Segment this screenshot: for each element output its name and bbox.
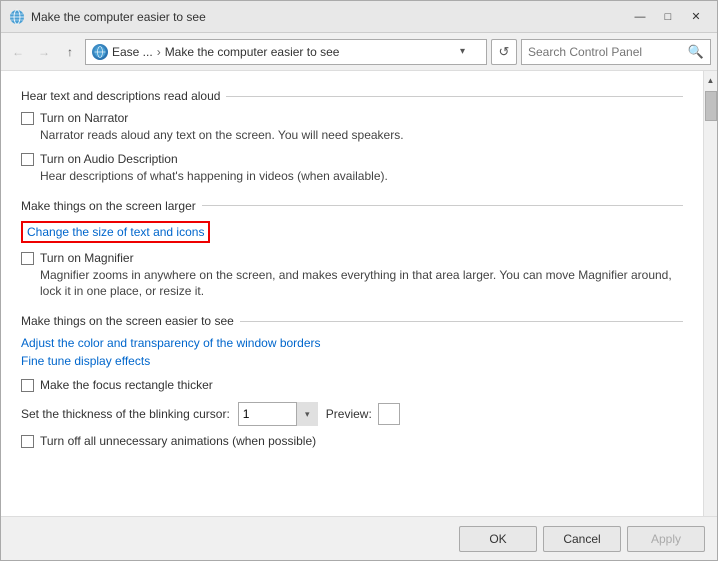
section-hear-header: Hear text and descriptions read aloud [21, 89, 683, 103]
scroll-thumb[interactable] [705, 91, 717, 121]
audio-desc-row: Turn on Audio Description [21, 152, 683, 166]
magnifier-label: Turn on Magnifier [40, 251, 134, 265]
search-icon[interactable]: 🔍 [688, 44, 704, 60]
search-input[interactable] [528, 45, 684, 59]
minimize-button[interactable]: — [627, 6, 653, 28]
back-button[interactable]: ← [7, 41, 29, 63]
audio-desc-description: Hear descriptions of what's happening in… [40, 168, 683, 185]
magnifier-description: Magnifier zooms in anywhere on the scree… [40, 267, 683, 301]
path-part2: Make the computer easier to see [165, 45, 340, 59]
path-separator: › [157, 45, 161, 59]
narrator-row: Turn on Narrator [21, 111, 683, 125]
fine-tune-link[interactable]: Fine tune display effects [21, 354, 150, 368]
adjust-color-link-block: Adjust the color and transparency of the… [21, 336, 683, 350]
magnifier-checkbox[interactable] [21, 252, 34, 265]
animations-label: Turn off all unnecessary animations (whe… [40, 434, 316, 448]
window-controls: — □ ✕ [627, 6, 709, 28]
search-box: 🔍 [521, 39, 711, 65]
scrollbar[interactable]: ▲ [703, 71, 717, 516]
path-part1: Ease ... [112, 45, 153, 59]
magnifier-row: Turn on Magnifier [21, 251, 683, 265]
audio-desc-checkbox[interactable] [21, 153, 34, 166]
change-size-link[interactable]: Change the size of text and icons [21, 221, 210, 243]
forward-button[interactable]: → [33, 41, 55, 63]
fine-tune-link-block: Fine tune display effects [21, 354, 683, 368]
address-path: Ease ... › Make the computer easier to s… [85, 39, 487, 65]
apply-button[interactable]: Apply [627, 526, 705, 552]
cursor-thickness-label: Set the thickness of the blinking cursor… [21, 407, 230, 421]
cursor-thickness-row: Set the thickness of the blinking cursor… [21, 402, 683, 426]
section-hear: Hear text and descriptions read aloud Tu… [21, 89, 683, 185]
audio-desc-label: Turn on Audio Description [40, 152, 178, 166]
section-larger-header: Make things on the screen larger [21, 199, 683, 213]
narrator-label: Turn on Narrator [40, 111, 128, 125]
narrator-checkbox[interactable] [21, 112, 34, 125]
maximize-button[interactable]: □ [655, 6, 681, 28]
window-title: Make the computer easier to see [31, 10, 627, 24]
focus-rect-checkbox[interactable] [21, 379, 34, 392]
preview-box: Preview: [326, 403, 400, 425]
cancel-button[interactable]: Cancel [543, 526, 621, 552]
animations-checkbox[interactable] [21, 435, 34, 448]
ok-button[interactable]: OK [459, 526, 537, 552]
animations-row: Turn off all unnecessary animations (whe… [21, 434, 683, 448]
window-icon [9, 9, 25, 25]
focus-rect-row: Make the focus rectangle thicker [21, 378, 683, 392]
narrator-description: Narrator reads aloud any text on the scr… [40, 127, 683, 144]
title-bar: Make the computer easier to see — □ ✕ [1, 1, 717, 33]
close-button[interactable]: ✕ [683, 6, 709, 28]
up-button[interactable]: ↑ [59, 41, 81, 63]
path-dropdown-arrow[interactable]: ▾ [460, 46, 480, 57]
cursor-preview [378, 403, 400, 425]
cursor-select-wrapper: 1 2 3 4 5 ▾ [238, 402, 318, 426]
adjust-color-link[interactable]: Adjust the color and transparency of the… [21, 336, 321, 350]
section-easier: Make things on the screen easier to see … [21, 314, 683, 448]
address-bar: ← → ↑ Ease ... › Make the computer easie… [1, 33, 717, 71]
section-easier-header: Make things on the screen easier to see [21, 314, 683, 328]
scroll-up-arrow[interactable]: ▲ [704, 71, 718, 89]
main-content: Hear text and descriptions read aloud Tu… [1, 71, 717, 516]
globe-icon [92, 44, 108, 60]
focus-rect-label: Make the focus rectangle thicker [40, 378, 213, 392]
section-larger: Make things on the screen larger Change … [21, 199, 683, 301]
main-window: Make the computer easier to see — □ ✕ ← … [0, 0, 718, 561]
change-size-link-block: Change the size of text and icons [21, 221, 683, 243]
content-area: Hear text and descriptions read aloud Tu… [1, 71, 703, 516]
bottom-bar: OK Cancel Apply [1, 516, 717, 560]
cursor-thickness-select[interactable]: 1 2 3 4 5 [238, 402, 318, 426]
preview-label: Preview: [326, 407, 372, 421]
refresh-button[interactable]: ↺ [491, 39, 517, 65]
